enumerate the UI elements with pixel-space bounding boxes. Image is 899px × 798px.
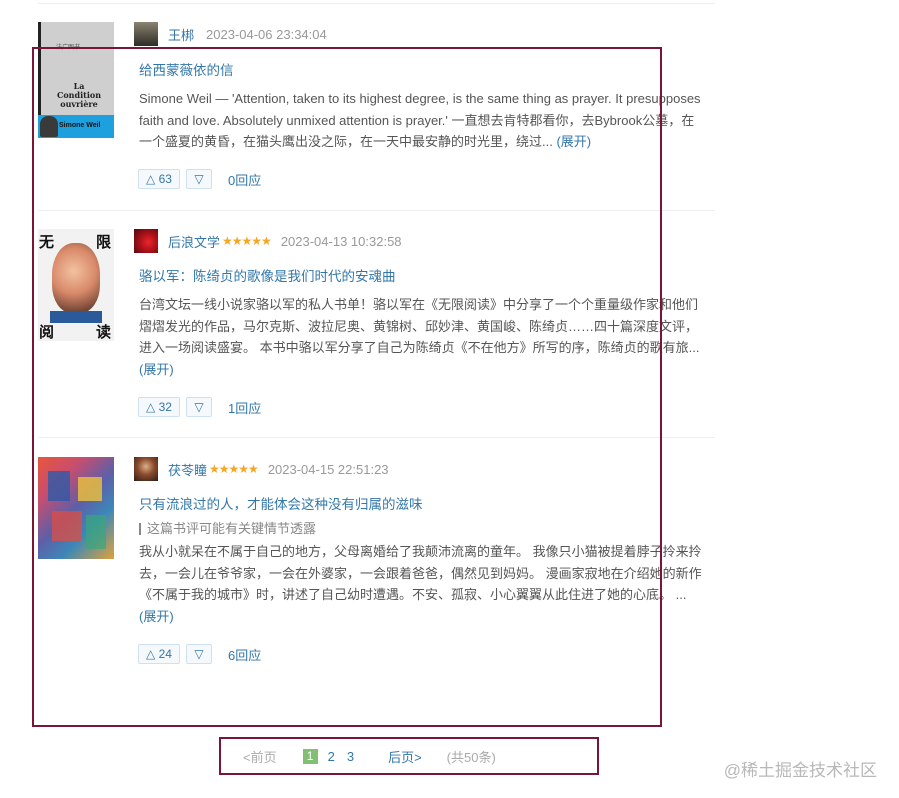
useless-button[interactable]: ▽	[186, 644, 212, 664]
useless-button[interactable]: ▽	[186, 169, 212, 189]
total-count: (共50条)	[446, 749, 496, 765]
replies-link[interactable]: 6回应	[228, 645, 261, 664]
top-divider	[38, 3, 715, 4]
username[interactable]: 王梆	[168, 25, 194, 44]
book-cover[interactable]: 法广图书 La Condition ouvrière Simone Weil	[38, 22, 114, 138]
cover-face	[52, 243, 100, 313]
excerpt-text: 台湾文坛一线小说家骆以军的私人书单！骆以军在《无限阅读》中分享了一个个重量级作家…	[139, 297, 700, 355]
book-cover[interactable]: 无 限 阅 读	[38, 229, 114, 341]
excerpt-text: Simone Weil — 'Attention, taken to its h…	[139, 91, 701, 149]
replies-link[interactable]: 0回应	[228, 170, 261, 189]
prev-page: <前页	[243, 749, 277, 765]
avatar[interactable]	[134, 457, 158, 481]
review-meta: 后浪文学 ★★★★★ 2023-04-13 10:32:58	[134, 229, 402, 253]
cover-title-line3: ouvrière	[60, 99, 98, 109]
review-excerpt: 我从小就呆在不属于自己的地方，父母离婚给了我颠沛流离的童年。 我像只小猫被提着脖…	[139, 541, 705, 627]
page-1-current: 1	[302, 748, 318, 764]
useful-button[interactable]: △ 63	[138, 169, 180, 189]
review-actions: △ 24 ▽ 6回应	[138, 643, 261, 665]
next-page[interactable]: 后页>	[388, 747, 422, 766]
review-actions: △ 32 ▽ 1回应	[138, 396, 261, 418]
cover-char-1: 无	[39, 234, 55, 251]
review-meta: 茯苓瞳 ★★★★★ 2023-04-15 22:51:23	[134, 457, 389, 481]
review-time: 2023-04-06 23:34:04	[206, 26, 327, 42]
review-item: 无 限 阅 读 后浪文学 ★★★★★ 2023-04-13 10:32:58 骆…	[38, 229, 715, 438]
page-2-link[interactable]: 2	[328, 749, 335, 764]
review-time: 2023-04-13 10:32:58	[280, 233, 402, 249]
excerpt-text: 我从小就呆在不属于自己的地方，父母离婚给了我颠沛流离的童年。 我像只小猫被提着脖…	[139, 544, 702, 602]
username[interactable]: 后浪文学	[168, 232, 220, 251]
replies-link[interactable]: 1回应	[228, 398, 261, 417]
review-excerpt: 台湾文坛一线小说家骆以军的私人书单！骆以军在《无限阅读》中分享了一个个重量级作家…	[139, 294, 705, 380]
review-meta: 王梆 2023-04-06 23:34:04	[134, 22, 327, 46]
avatar[interactable]	[134, 22, 158, 46]
review-title[interactable]: 给西蒙薇依的信	[139, 59, 234, 79]
watermark: @稀土掘金技术社区	[723, 761, 877, 780]
useful-button[interactable]: △ 32	[138, 397, 180, 417]
useful-button[interactable]: △ 24	[138, 644, 180, 664]
cover-char-4: 读	[96, 324, 112, 341]
expand-link[interactable]: (展开)	[556, 134, 591, 149]
cover-char-3: 阅	[39, 324, 55, 341]
useless-button[interactable]: ▽	[186, 397, 212, 417]
expand-link[interactable]: (展开)	[139, 362, 174, 377]
review-actions: △ 63 ▽ 0回应	[138, 168, 261, 190]
expand-link[interactable]: (展开)	[139, 609, 174, 624]
cover-char-2: 限	[96, 234, 112, 251]
rating-stars: ★★★★★	[209, 462, 259, 476]
cover-portrait	[40, 116, 58, 137]
review-item: 茯苓瞳 ★★★★★ 2023-04-15 22:51:23 只有流浪过的人，才能…	[38, 457, 715, 672]
review-excerpt: Simone Weil — 'Attention, taken to its h…	[139, 88, 705, 153]
cover-author: Simone Weil	[59, 122, 101, 129]
avatar[interactable]	[134, 229, 158, 253]
review-title[interactable]: 骆以军：陈绮贞的歌像是我们时代的安魂曲	[139, 265, 396, 285]
page-3-link[interactable]: 3	[347, 749, 354, 764]
book-cover[interactable]	[38, 457, 114, 559]
username[interactable]: 茯苓瞳	[168, 460, 207, 479]
spoiler-warning: 这篇书评可能有关键情节透露	[139, 522, 316, 535]
cover-publisher: 法广图书	[56, 45, 81, 51]
pagination: <前页 1 2 3 后页> (共50条)	[221, 738, 597, 774]
review-item: 法广图书 La Condition ouvrière Simone Weil 王…	[38, 22, 715, 211]
review-title[interactable]: 只有流浪过的人，才能体会这种没有归属的滋味	[139, 493, 423, 513]
rating-stars: ★★★★★	[222, 234, 272, 248]
review-time: 2023-04-15 22:51:23	[267, 461, 389, 477]
